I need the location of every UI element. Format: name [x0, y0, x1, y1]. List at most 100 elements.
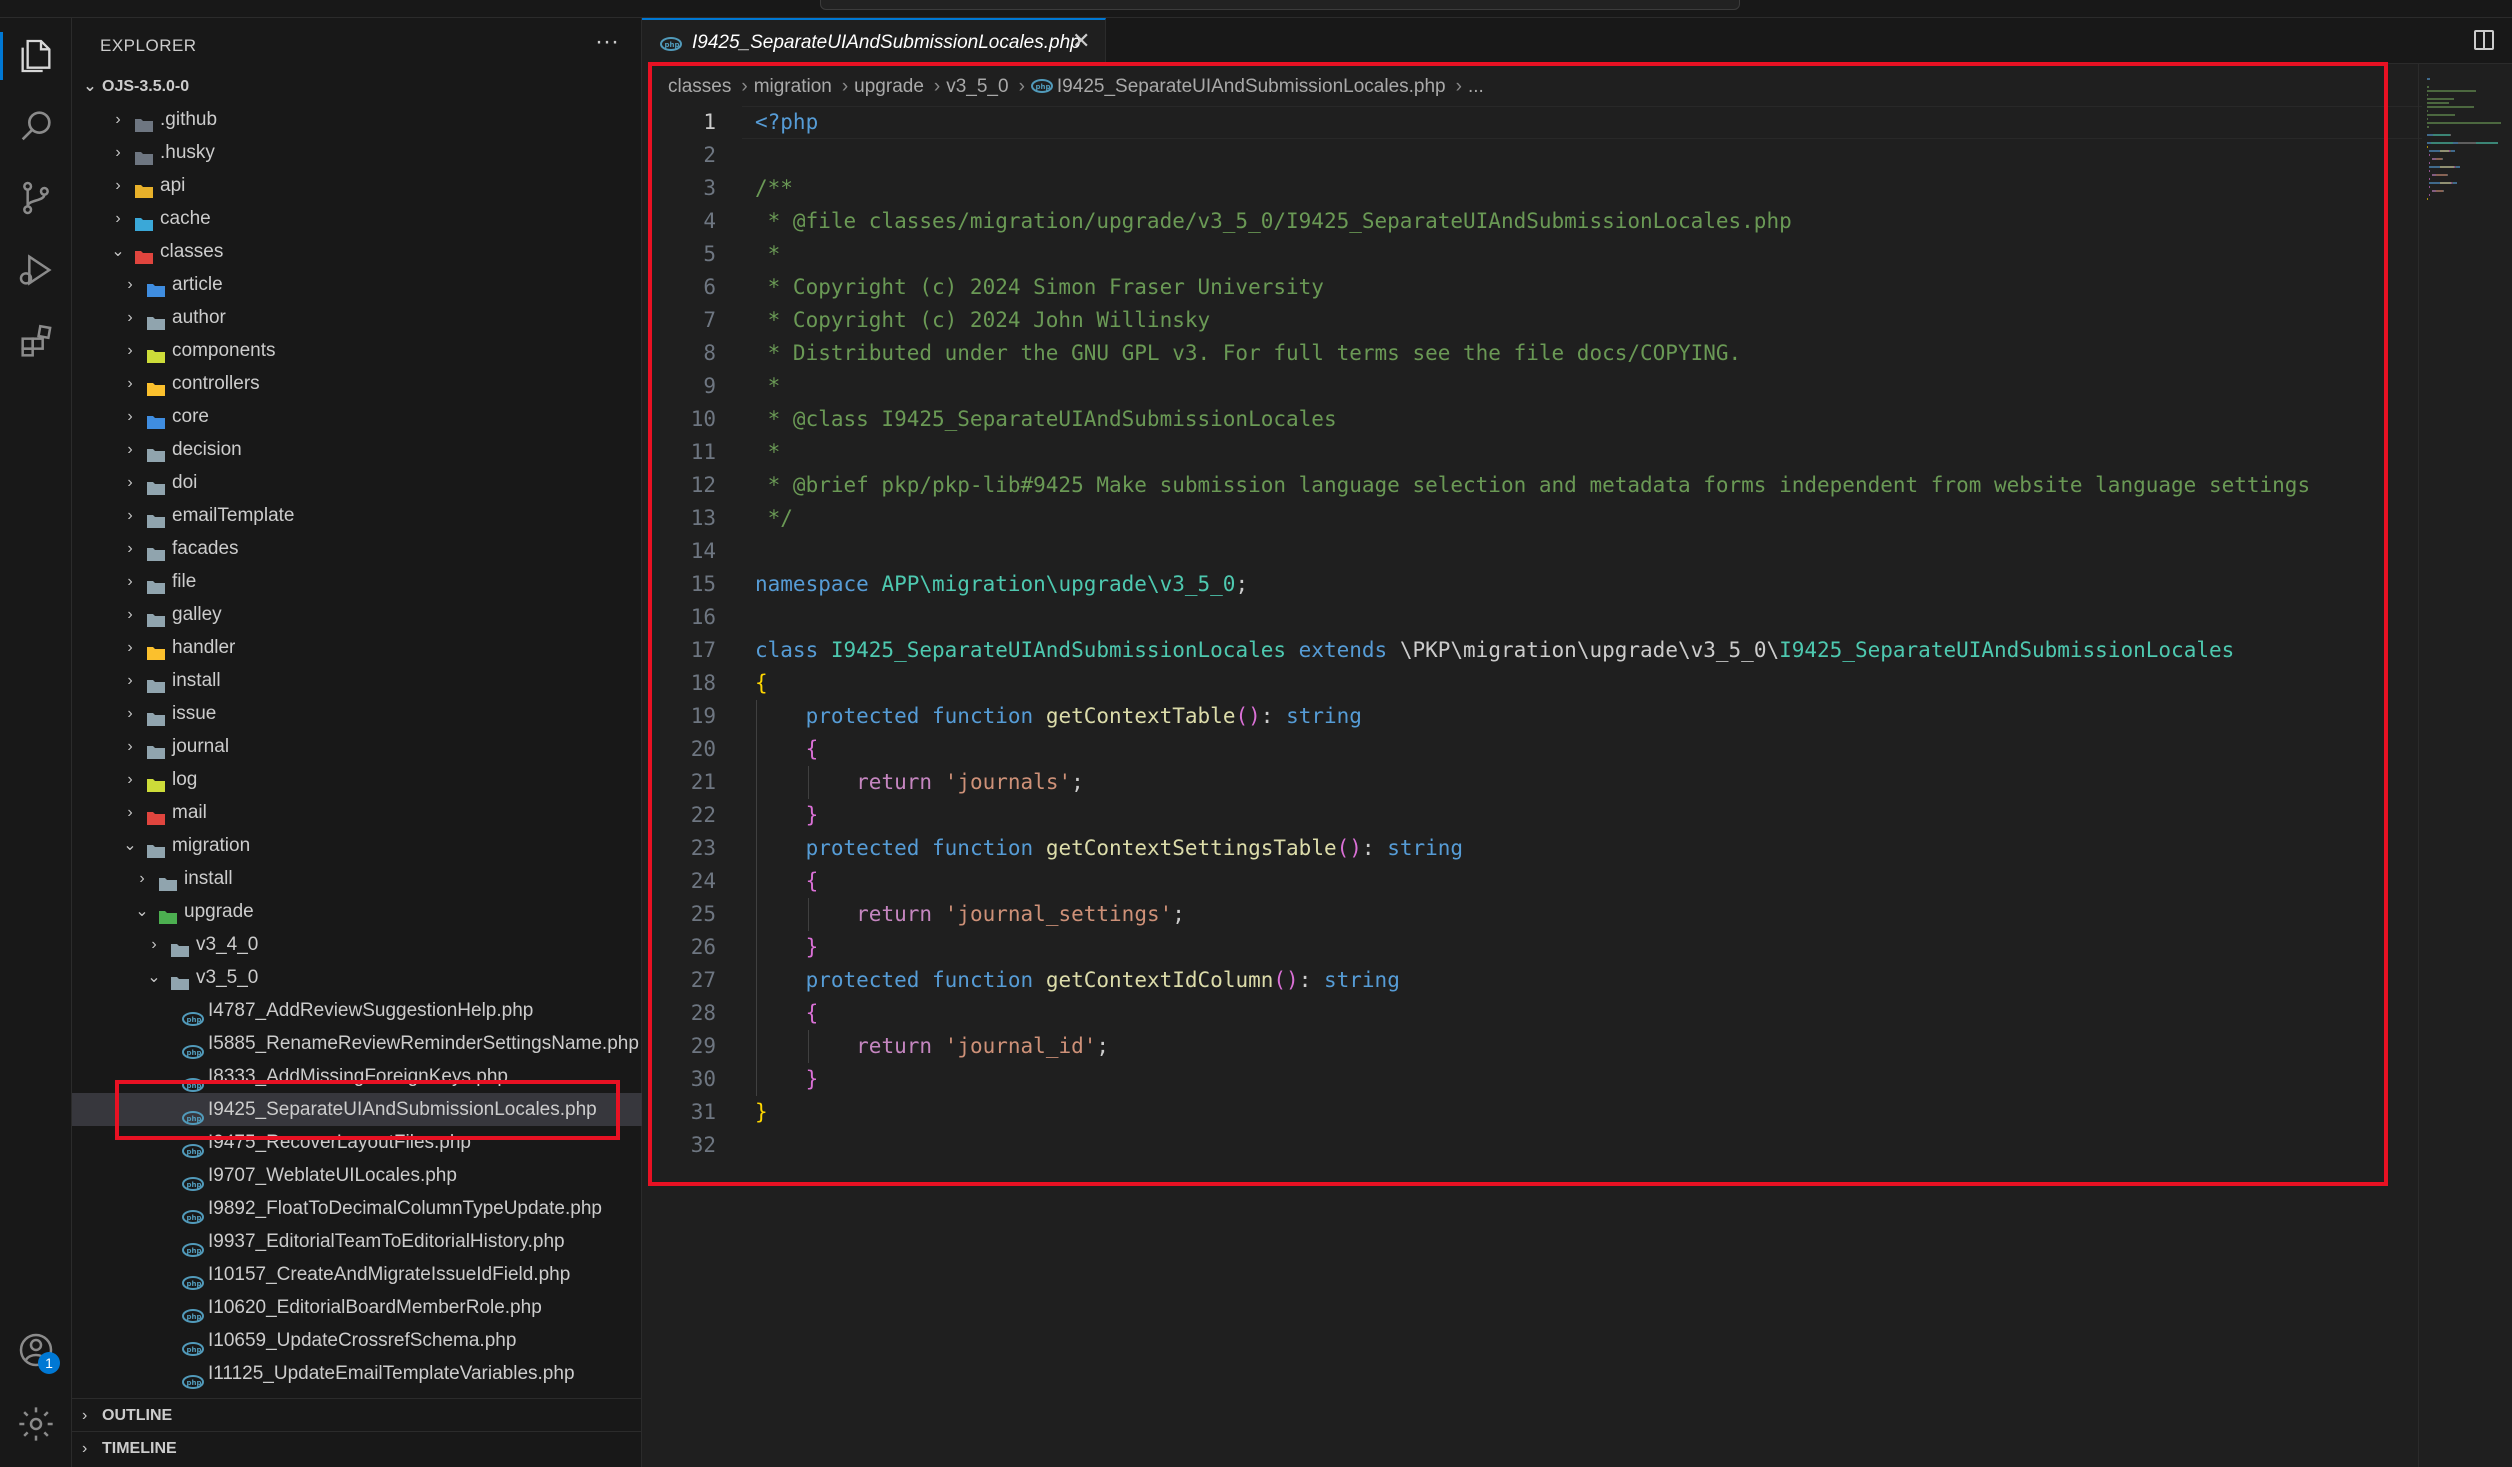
more-actions-icon[interactable]: ··· [595, 28, 619, 56]
file-item[interactable]: php I8333_AddMissingForeignKeys.php [72, 1060, 642, 1093]
folder-item[interactable]: ⌄ upgrade [72, 895, 642, 928]
file-item[interactable]: php I4787_AddReviewSuggestionHelp.php [72, 994, 642, 1027]
code-line[interactable]: 3 /** [642, 172, 2422, 205]
tab-active-file[interactable]: php I9425_SeparateUIAndSubmissionLocales… [642, 18, 1106, 64]
folder-item[interactable]: › .husky [72, 136, 642, 169]
file-item[interactable]: php I10157_CreateAndMigrateIssueIdField.p… [72, 1258, 642, 1291]
editor-area: php I9425_SeparateUIAndSubmissionLocales… [642, 18, 2512, 1467]
split-editor-icon[interactable] [2474, 30, 2494, 50]
folder-item[interactable]: › emailTemplate [72, 499, 642, 532]
breadcrumb-item[interactable]: I9425_SeparateUIAndSubmissionLocales.php [1057, 76, 1446, 97]
php-file-icon: php [182, 1037, 204, 1059]
folder-item[interactable]: › api [72, 169, 642, 202]
folder-item[interactable]: › cache [72, 202, 642, 235]
code-line[interactable]: 1 <?php [642, 106, 2422, 139]
code-line[interactable]: 13 */ [642, 502, 2422, 535]
folder-item[interactable]: › decision [72, 433, 642, 466]
code-line[interactable]: 32 [642, 1129, 2422, 1162]
folder-item[interactable]: › install [72, 862, 642, 895]
code-line[interactable]: 31} [642, 1096, 2422, 1129]
file-item[interactable]: php I10659_UpdateCrossrefSchema.php [72, 1324, 642, 1357]
folder-item[interactable]: › journal [72, 730, 642, 763]
code-line[interactable]: 25 return 'journal_settings'; [642, 898, 2422, 931]
code-editor[interactable]: 1 <?php 2 3/** 4 * @file classes/migration/u… [642, 106, 2422, 1162]
folder-item[interactable]: › install [72, 664, 642, 697]
folder-icon [134, 144, 154, 165]
folder-item[interactable]: › issue [72, 697, 642, 730]
command-center[interactable] [820, 0, 1740, 10]
file-item[interactable]: php I9425_SeparateUIAndSubmissionLocales.… [72, 1093, 642, 1126]
code-line[interactable]: 28 { [642, 997, 2422, 1030]
explorer-icon[interactable] [0, 32, 58, 80]
code-line[interactable]: 4 * @file classes/migration/upgrade/v3_5… [642, 205, 2422, 238]
folder-item[interactable]: › author [72, 301, 642, 334]
file-item[interactable]: php I9707_WeblateUILocales.php [72, 1159, 642, 1192]
folder-item[interactable]: ⌄ migration [72, 829, 642, 862]
breadcrumb-item[interactable]: migration [754, 76, 832, 97]
folder-item[interactable]: › log [72, 763, 642, 796]
code-line[interactable]: 30 } [642, 1063, 2422, 1096]
folder-item[interactable]: › file [72, 565, 642, 598]
code-line[interactable]: 2 [642, 139, 2422, 172]
extensions-icon[interactable] [14, 320, 58, 364]
code-line[interactable]: 17 class I9425_SeparateUIAndSubmissionLoc… [642, 634, 2422, 667]
accounts-icon[interactable]: 1 [14, 1328, 60, 1374]
code-line[interactable]: 29 return 'journal_id'; [642, 1030, 2422, 1063]
breadcrumb-item[interactable]: v3_5_0 [946, 76, 1008, 97]
folder-item[interactable]: › galley [72, 598, 642, 631]
file-item[interactable]: php I10620_EditorialBoardMemberRole.php [72, 1291, 642, 1324]
code-line[interactable]: 19 protected function getContextTable():… [642, 700, 2422, 733]
folder-item[interactable]: ⌄ v3_5_0 [72, 961, 642, 994]
code-line[interactable]: 16 [642, 601, 2422, 634]
folder-item[interactable]: › article [72, 268, 642, 301]
folder-item[interactable]: › mail [72, 796, 642, 829]
code-line[interactable]: 6 * Copyright (c) 2024 Simon Fraser Univ… [642, 271, 2422, 304]
folder-item[interactable]: › handler [72, 631, 642, 664]
file-item[interactable]: php I9892_FloatToDecimalColumnTypeUpdate.… [72, 1192, 642, 1225]
code-line[interactable]: 27 protected function getContextIdColumn… [642, 964, 2422, 997]
file-item[interactable]: php I5885_RenameReviewReminderSettingsNam… [72, 1027, 642, 1060]
folder-item[interactable]: ⌄ classes [72, 235, 642, 268]
code-line[interactable]: 5 * [642, 238, 2422, 271]
close-tab-icon[interactable]: ✕ [1072, 28, 1090, 54]
code-line[interactable]: 22 } [642, 799, 2422, 832]
file-item[interactable]: php I9937_EditorialTeamToEditorialHistory… [72, 1225, 642, 1258]
breadcrumb-item[interactable]: upgrade [854, 76, 924, 97]
code-line[interactable]: 8 * Distributed under the GNU GPL v3. Fo… [642, 337, 2422, 370]
folder-item[interactable]: › facades [72, 532, 642, 565]
folder-item[interactable]: › core [72, 400, 642, 433]
code-line[interactable]: 20 { [642, 733, 2422, 766]
outline-section[interactable]: › OUTLINE [72, 1398, 642, 1431]
folder-item[interactable]: › .github [72, 103, 642, 136]
workspace-root[interactable]: ⌄ OJS-3.5.0-0 [72, 70, 642, 103]
breadcrumb-item[interactable]: ... [1468, 76, 1484, 97]
code-line[interactable]: 18 { [642, 667, 2422, 700]
code-line[interactable]: 12 * @brief pkp/pkp-lib#9425 Make submis… [642, 469, 2422, 502]
code-line[interactable]: 15 namespace APP\migration\upgrade\v3_5_0… [642, 568, 2422, 601]
code-line[interactable]: 9 * [642, 370, 2422, 403]
tree-item-label: galley [172, 604, 222, 625]
minimap[interactable] [2418, 64, 2512, 1467]
code-line[interactable]: 7 * Copyright (c) 2024 John Willinsky [642, 304, 2422, 337]
breadcrumb-item[interactable]: classes [668, 76, 731, 97]
code-line[interactable]: 10 * @class I9425_SeparateUIAndSubmissio… [642, 403, 2422, 436]
code-line[interactable]: 21 return 'journals'; [642, 766, 2422, 799]
folder-item[interactable]: › doi [72, 466, 642, 499]
timeline-section[interactable]: › TIMELINE [72, 1431, 642, 1464]
manage-gear-icon[interactable] [14, 1402, 58, 1446]
folder-item[interactable]: › controllers [72, 367, 642, 400]
file-item[interactable]: php I11125_UpdateEmailTemplateVariables.p… [72, 1357, 642, 1390]
search-icon[interactable] [14, 104, 58, 148]
code-line[interactable]: 11 * [642, 436, 2422, 469]
code-line[interactable]: 26 } [642, 931, 2422, 964]
code-line[interactable]: 14 [642, 535, 2422, 568]
code-line[interactable]: 23 protected function getContextSettings… [642, 832, 2422, 865]
run-debug-icon[interactable] [14, 248, 58, 292]
code-line[interactable]: 24 { [642, 865, 2422, 898]
folder-item[interactable]: › components [72, 334, 642, 367]
folder-item[interactable]: › v3_4_0 [72, 928, 642, 961]
minimap-line [2429, 178, 2430, 180]
source-control-icon[interactable] [14, 176, 58, 220]
file-item[interactable]: php I9475_RecoverLayoutFiles.php [72, 1126, 642, 1159]
